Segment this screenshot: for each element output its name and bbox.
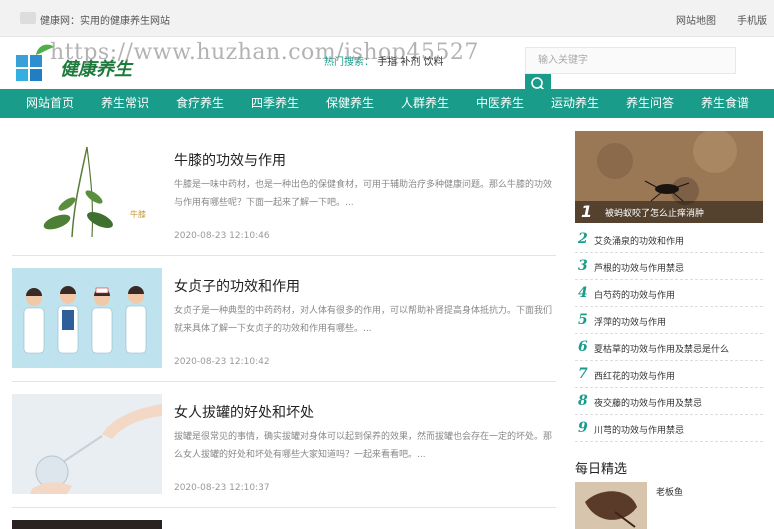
featured-rank-number: 1 <box>581 202 593 221</box>
article-thumbnail-partial <box>12 520 162 529</box>
sidebar-featured[interactable]: 1 被蚂蚁咬了怎么止痒消肿 <box>575 131 763 223</box>
rank-item[interactable]: 5 浮萍的功效与作用 <box>575 307 763 334</box>
rank-title[interactable]: 川芎的功效与作用禁忌 <box>594 423 684 436</box>
rank-number: 2 <box>578 231 588 247</box>
main-nav: 网站首页 养生常识 食疗养生 四季养生 保健养生 人群养生 中医养生 运动养生 … <box>0 89 774 118</box>
article-desc: 拔罐是很常见的事情，确实拔罐对身体可以起到保养的效果，然而拔罐也会存在一定的坏处… <box>174 432 553 460</box>
article-title[interactable]: 牛膝的功效与作用 <box>174 150 286 170</box>
article-desc: 女贞子是一种典型的中药药材，对人体有很多的作用，可以帮助补肾提高身体抵抗力。下面… <box>174 306 553 334</box>
site-icon <box>20 12 36 24</box>
rank-number: 6 <box>578 339 588 355</box>
rank-item[interactable]: 8 夜交藤的功效与作用及禁忌 <box>575 388 763 415</box>
article-desc: 牛膝是一味中药材，也是一种出色的保健食材，可用于辅助治疗多种健康问题。那么牛膝的… <box>174 180 553 208</box>
fish-image <box>575 482 647 529</box>
article-thumbnail[interactable] <box>12 268 162 368</box>
svg-text:牛膝: 牛膝 <box>130 209 146 219</box>
article-title[interactable]: 女人拔罐的好处和坏处 <box>174 402 314 422</box>
rank-item[interactable]: 4 白芍药的功效与作用 <box>575 280 763 307</box>
site-map-link[interactable]: 网站地图 <box>676 12 716 27</box>
hot-search-label: 热门搜索： <box>324 57 374 68</box>
article-thumbnail[interactable] <box>12 394 162 494</box>
nav-item-care[interactable]: 保健养生 <box>314 89 386 118</box>
article-item[interactable]: 牛膝 牛膝的功效与作用 牛膝是一味中药材，也是一种出色的保健食材，可用于辅助治疗… <box>12 132 556 256</box>
daily-pick-title[interactable]: 老板鱼 <box>656 485 683 498</box>
rank-title[interactable]: 夏枯草的功效与作用及禁忌是什么 <box>594 342 729 355</box>
article-date: 2020-08-23 12:10:37 <box>174 483 270 493</box>
article-date: 2020-08-23 12:10:42 <box>174 357 270 367</box>
nav-item-groups[interactable]: 人群养生 <box>389 89 461 118</box>
rank-item[interactable]: 7 西红花的功效与作用 <box>575 361 763 388</box>
rank-item[interactable]: 3 芦根的功效与作用禁忌 <box>575 253 763 280</box>
article-title[interactable]: 女贞子的功效和作用 <box>174 276 300 296</box>
nav-item-health-tips[interactable]: 养生常识 <box>89 89 161 118</box>
rank-title[interactable]: 芦根的功效与作用禁忌 <box>594 261 684 274</box>
hot-search: 热门搜索： 手指 补剂 饮料 <box>324 53 444 68</box>
featured-title[interactable]: 被蚂蚁咬了怎么止痒消肿 <box>605 206 704 219</box>
daily-picks-heading: 每日精选 <box>575 462 628 477</box>
rank-number: 7 <box>578 366 588 382</box>
rank-item[interactable]: 2 艾灸涌泉的功效和作用 <box>575 226 763 253</box>
article-date: 2020-08-23 12:10:46 <box>174 231 270 241</box>
rank-number: 5 <box>578 312 588 328</box>
rank-title[interactable]: 夜交藤的功效与作用及禁忌 <box>594 396 702 409</box>
mobile-version-link[interactable]: 手机版 <box>737 12 767 27</box>
nav-item-qa[interactable]: 养生问答 <box>614 89 686 118</box>
article-item[interactable]: 女贞子的功效和作用 女贞子是一种典型的中药药材，对人体有很多的作用，可以帮助补肾… <box>12 258 556 382</box>
rank-number: 3 <box>578 258 588 274</box>
rank-number: 9 <box>578 420 588 436</box>
nav-item-sports[interactable]: 运动养生 <box>539 89 611 118</box>
daily-pick-image[interactable] <box>575 482 647 529</box>
rank-item[interactable]: 6 夏枯草的功效与作用及禁忌是什么 <box>575 334 763 361</box>
rank-title[interactable]: 艾灸涌泉的功效和作用 <box>594 234 684 247</box>
nav-item-home[interactable]: 网站首页 <box>14 89 86 118</box>
top-bar: 健康网：实用的健康养生网站 网站地图 手机版 <box>0 0 774 37</box>
nav-item-diet-therapy[interactable]: 食疗养生 <box>164 89 236 118</box>
nav-item-recipes[interactable]: 养生食谱 <box>689 89 761 118</box>
search-input[interactable]: 输入关键字 <box>525 47 736 74</box>
welcome-text: 健康网：实用的健康养生网站 <box>40 16 170 27</box>
article-item[interactable]: 女人拔罐的好处和坏处 拔罐是很常见的事情，确实拔罐对身体可以起到保养的效果，然而… <box>12 384 556 508</box>
rank-number: 8 <box>578 393 588 409</box>
article-thumbnail[interactable]: 牛膝 <box>12 142 162 242</box>
hot-search-keywords[interactable]: 手指 补剂 饮料 <box>377 57 443 68</box>
rank-title[interactable]: 西红花的功效与作用 <box>594 369 675 382</box>
nav-item-seasons[interactable]: 四季养生 <box>239 89 311 118</box>
rank-title[interactable]: 白芍药的功效与作用 <box>594 288 675 301</box>
rank-number: 4 <box>578 285 588 301</box>
rank-item[interactable]: 9 川芎的功效与作用禁忌 <box>575 415 763 442</box>
nav-item-tcm[interactable]: 中医养生 <box>464 89 536 118</box>
rank-title[interactable]: 浮萍的功效与作用 <box>594 315 666 328</box>
